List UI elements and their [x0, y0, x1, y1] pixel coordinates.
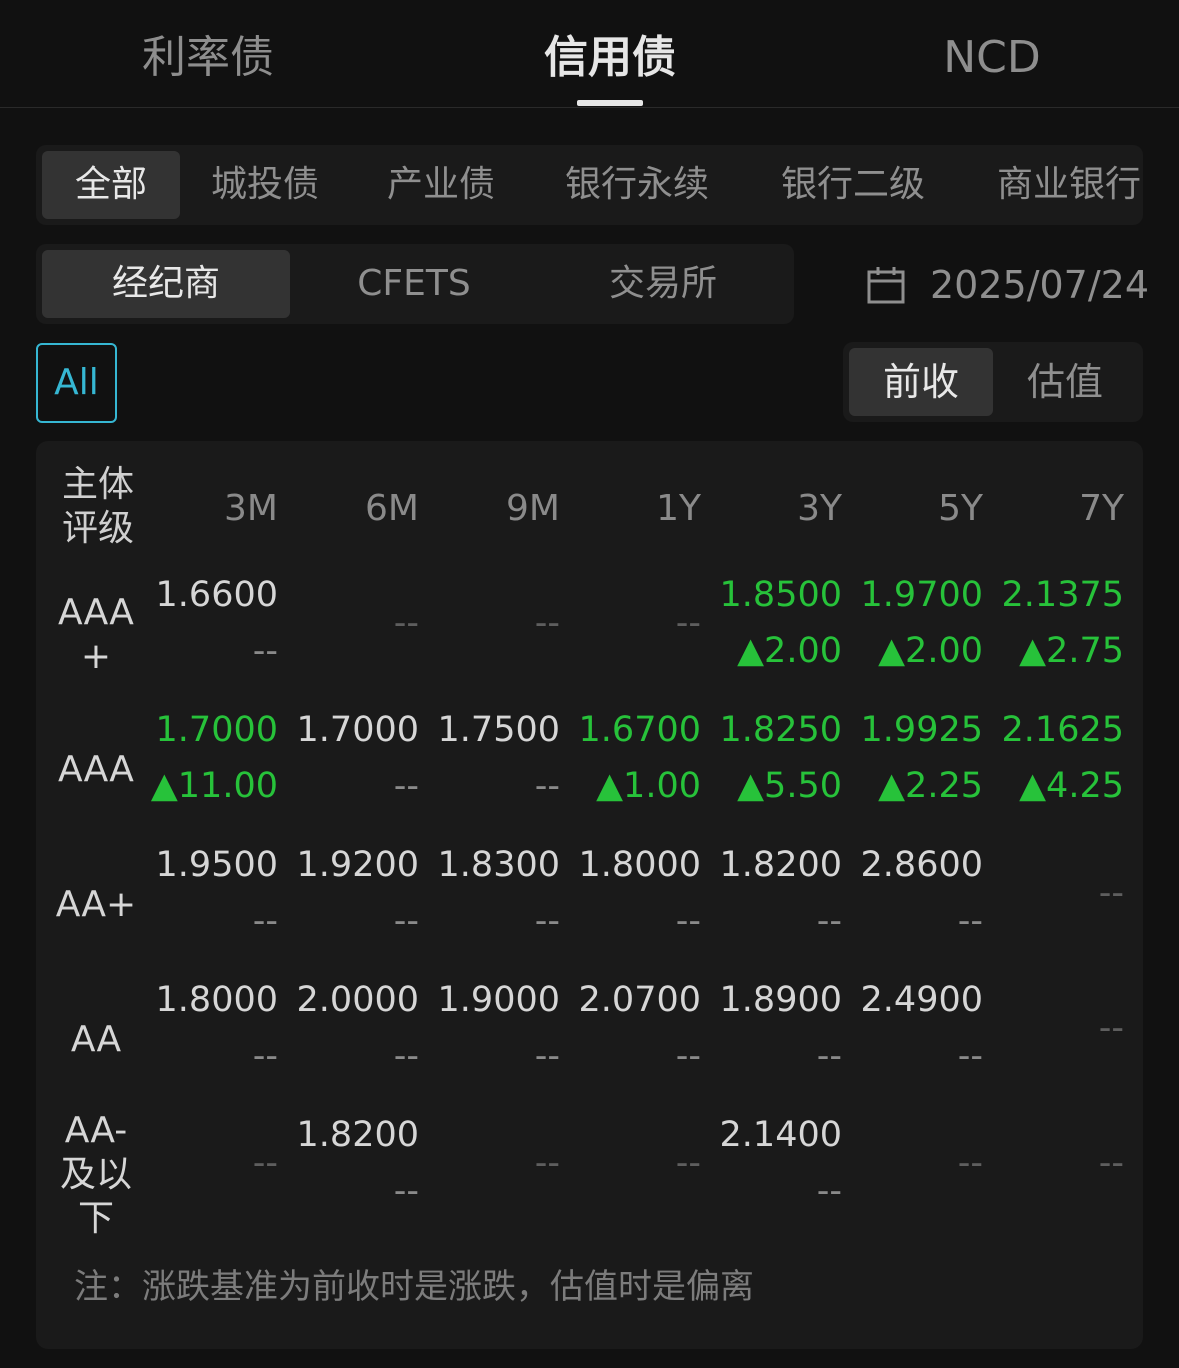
column-header-5y[interactable]: 5Y: [863, 487, 983, 531]
yield-value[interactable]: 2.0700: [571, 978, 701, 1022]
change-value: --: [393, 901, 419, 941]
yield-value[interactable]: 1.9925: [853, 708, 983, 752]
column-header-6m[interactable]: 6M: [299, 487, 419, 531]
change-value: --: [534, 766, 560, 806]
change-value: --: [252, 901, 278, 941]
yield-value[interactable]: 1.8000: [148, 978, 278, 1022]
empty-cell: --: [1098, 1143, 1124, 1183]
yield-value[interactable]: 1.8200: [289, 1113, 419, 1157]
empty-cell: --: [675, 603, 701, 643]
yield-value[interactable]: 1.7500: [430, 708, 560, 752]
tab-rate-bonds[interactable]: 利率债: [108, 28, 308, 88]
empty-cell: --: [534, 603, 560, 643]
change-value: --: [816, 1171, 842, 1211]
column-header-3y[interactable]: 3Y: [722, 487, 842, 531]
yield-value[interactable]: 2.1625: [994, 708, 1124, 752]
empty-cell: --: [1098, 1008, 1124, 1048]
change-value: --: [534, 1036, 560, 1076]
date-value: 2025/07/24: [930, 263, 1150, 307]
yield-value[interactable]: 1.8500: [712, 573, 842, 617]
rating-label: AAA: [58, 749, 134, 790]
change-value: --: [534, 901, 560, 941]
empty-cell: --: [675, 1143, 701, 1183]
mode-valuation[interactable]: 估值: [993, 348, 1137, 416]
yield-value[interactable]: 1.9700: [853, 573, 983, 617]
yield-value[interactable]: 1.8000: [571, 843, 701, 887]
rating-label: AA: [70, 1019, 122, 1060]
source-cfets[interactable]: CFETS: [290, 250, 538, 318]
change-value: --: [252, 631, 278, 671]
change-value: ▲4.25: [1019, 766, 1124, 806]
yield-value[interactable]: 2.4900: [853, 978, 983, 1022]
calendar-icon: [867, 267, 905, 304]
yield-value[interactable]: 1.6600: [148, 573, 278, 617]
change-value: --: [675, 1036, 701, 1076]
rating-column-header: 主体 评级: [61, 464, 134, 549]
category-bank-perpetual[interactable]: 银行永续: [565, 151, 709, 219]
change-value: --: [393, 1171, 419, 1211]
source-exchange[interactable]: 交易所: [538, 250, 788, 318]
yield-value[interactable]: 1.8250: [712, 708, 842, 752]
tab-ncd[interactable]: NCD: [892, 28, 1092, 88]
column-header-1y[interactable]: 1Y: [581, 487, 701, 531]
yield-value[interactable]: 1.7000: [289, 708, 419, 752]
yield-value[interactable]: 1.9200: [289, 843, 419, 887]
yield-value[interactable]: 2.1375: [994, 573, 1124, 617]
category-all[interactable]: 全部: [42, 151, 180, 219]
yield-value[interactable]: 2.1400: [712, 1113, 842, 1157]
change-value: --: [393, 1036, 419, 1076]
rating-label: AA- 及以 下: [59, 1110, 132, 1239]
rating-label: AA+: [55, 884, 137, 925]
yield-value[interactable]: 1.9000: [430, 978, 560, 1022]
mode-toggle: 前收 估值: [843, 342, 1143, 422]
change-value: ▲1.00: [596, 766, 701, 806]
change-value: ▲5.50: [737, 766, 842, 806]
rating-label: AAA +: [58, 592, 134, 677]
active-tab-indicator: [577, 100, 643, 106]
all-filter-button[interactable]: All: [36, 343, 117, 423]
change-value: --: [252, 1036, 278, 1076]
change-value: ▲2.00: [737, 631, 842, 671]
empty-cell: --: [957, 1143, 983, 1183]
category-industry[interactable]: 产业债: [387, 151, 495, 219]
yield-value[interactable]: 2.0000: [289, 978, 419, 1022]
change-value: --: [957, 901, 983, 941]
change-value: ▲11.00: [150, 766, 278, 806]
source-filter: 经纪商 CFETS 交易所: [36, 244, 794, 324]
yield-value[interactable]: 1.9500: [148, 843, 278, 887]
change-value: ▲2.25: [878, 766, 983, 806]
change-value: --: [816, 901, 842, 941]
yield-value[interactable]: 1.8200: [712, 843, 842, 887]
empty-cell: --: [393, 603, 419, 643]
yield-value[interactable]: 1.8300: [430, 843, 560, 887]
column-header-3m[interactable]: 3M: [158, 487, 278, 531]
tab-credit-bonds[interactable]: 信用债: [510, 28, 710, 88]
column-header-9m[interactable]: 9M: [440, 487, 560, 531]
change-value: --: [957, 1036, 983, 1076]
change-value: --: [816, 1036, 842, 1076]
column-header-7y[interactable]: 7Y: [1004, 487, 1124, 531]
empty-cell: --: [534, 1143, 560, 1183]
category-bank-tier2[interactable]: 银行二级: [781, 151, 925, 219]
empty-cell: --: [1098, 873, 1124, 913]
empty-cell: --: [252, 1143, 278, 1183]
change-value: ▲2.00: [878, 631, 983, 671]
category-chengtou[interactable]: 城投债: [211, 151, 319, 219]
source-broker[interactable]: 经纪商: [42, 250, 290, 318]
change-value: --: [675, 901, 701, 941]
change-value: ▲2.75: [1019, 631, 1124, 671]
yield-value[interactable]: 2.8600: [853, 843, 983, 887]
footnote: 注：涨跌基准为前收时是涨跌，估值时是偏离: [74, 1267, 754, 1307]
yield-value[interactable]: 1.8900: [712, 978, 842, 1022]
change-value: --: [393, 766, 419, 806]
mode-prev-close[interactable]: 前收: [849, 348, 993, 416]
yield-value[interactable]: 1.6700: [571, 708, 701, 752]
yield-value[interactable]: 1.7000: [148, 708, 278, 752]
category-filter: 全部 城投债 产业债 银行永续 银行二级 商业银行: [36, 145, 1143, 225]
category-commercial-bank[interactable]: 商业银行: [997, 151, 1141, 219]
top-tab-bar: 利率债 信用债 NCD: [0, 0, 1179, 108]
